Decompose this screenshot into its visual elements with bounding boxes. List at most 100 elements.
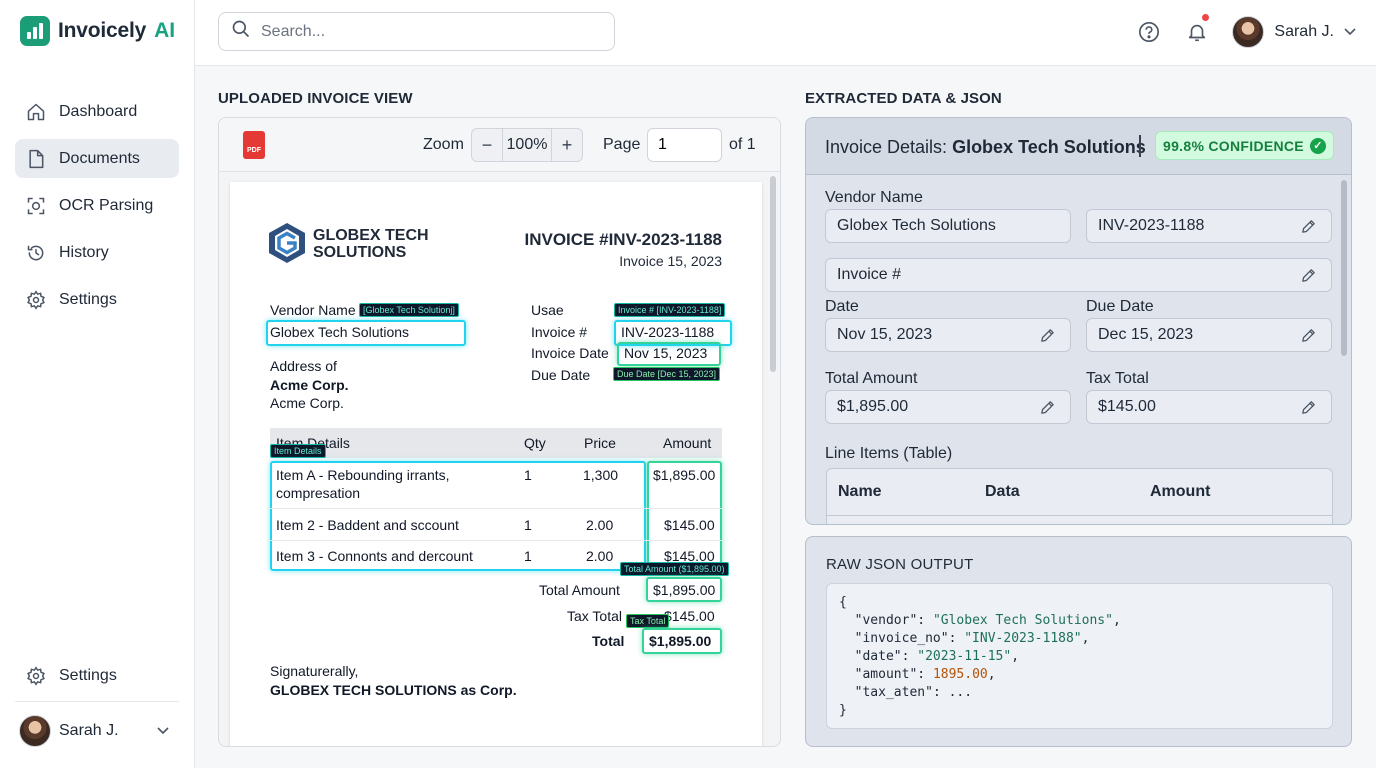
date-field[interactable]: Nov 15, 2023 (825, 318, 1071, 352)
history-icon (25, 242, 47, 264)
edit-pencil-icon[interactable] (1039, 399, 1056, 421)
user-menu[interactable]: Sarah J. (1232, 16, 1356, 48)
raw-json-title: RAW JSON OUTPUT (826, 556, 974, 573)
json-key: "date" (854, 649, 902, 664)
due-date-field[interactable]: Dec 15, 2023 (1086, 318, 1332, 352)
json-value: "2023-11-15" (917, 649, 1012, 664)
invoice-number-ocr-tag: Invoice # [INV-2023-1188] (614, 303, 726, 317)
address-line1: Acme Corp. (270, 377, 349, 393)
notification-dot (1202, 14, 1210, 21)
search-icon (231, 19, 251, 44)
tax-total-value: $145.00 (664, 608, 715, 624)
item-details-ocr-tag: Item Details (270, 444, 326, 458)
title-separator (1139, 135, 1141, 157)
sidebar-item-label: Dashboard (59, 102, 138, 120)
json-key: "tax_aten" (854, 685, 933, 700)
edit-pencil-icon[interactable] (1300, 327, 1317, 349)
row1-item: Item A - Rebounding irrants, (276, 467, 450, 483)
meta-usae: Usae (531, 302, 564, 318)
company-logo-icon (269, 223, 305, 263)
signature-line1: Signaturerally, (270, 663, 359, 679)
row3-qty: 1 (524, 548, 532, 564)
invoice-document: GLOBEX TECH SOLUTIONS INVOICE #INV-2023-… (230, 182, 762, 746)
viewer-section-title: UPLOADED INVOICE VIEW (218, 90, 413, 107)
extracted-section-title: EXTRACTED DATA & JSON (805, 90, 1002, 107)
row3-item: Item 3 - Connonts and dercount (276, 548, 473, 564)
zoom-in-button[interactable]: + (552, 135, 582, 156)
zoom-out-button[interactable]: − (472, 135, 502, 156)
row2-price: 2.00 (586, 517, 614, 533)
sidebar-item-settings[interactable]: Settings (15, 280, 179, 319)
invoice-number-value-field[interactable]: INV-2023-1188 (1086, 209, 1332, 243)
sidebar-item-documents[interactable]: Documents (15, 139, 179, 178)
logo-chart-icon (20, 16, 50, 46)
edit-pencil-icon[interactable] (1300, 218, 1317, 240)
meta-invoice-label: Invoice # (531, 324, 588, 340)
sidebar-item-dashboard[interactable]: Dashboard (15, 92, 179, 131)
app-name: Invoicely (58, 19, 147, 42)
total-label: Total (592, 633, 625, 649)
app-name-ai: AI (154, 19, 176, 42)
total-amount-label: Total Amount (825, 370, 918, 387)
json-value: "Globex Tech Solutions" (932, 613, 1113, 628)
pdf-label: PDF (247, 147, 261, 154)
total-amount-field[interactable]: $1,895.00 (825, 390, 1071, 424)
tax-total-field[interactable]: $145.00 (1086, 390, 1332, 424)
search-input[interactable] (261, 22, 591, 41)
document-icon (25, 148, 47, 170)
edit-pencil-icon[interactable] (1300, 399, 1317, 421)
vendor-name-field[interactable]: Globex Tech Solutions (825, 209, 1071, 243)
row2-qty: 1 (524, 517, 532, 533)
sidebar-item-history[interactable]: History (15, 233, 179, 272)
json-comma: , (1081, 631, 1090, 646)
invoice-viewer: PDF Zoom − 100% + Page of 1 GLOBEX TECH … (218, 117, 781, 747)
json-value: "INV-2023-1188" (964, 631, 1082, 646)
vendor-ocr-tag: [Globex Tech Solutionj] (359, 303, 459, 317)
date-label: Date (825, 298, 859, 315)
edit-pencil-icon[interactable] (1039, 327, 1056, 349)
search-bar[interactable] (218, 12, 615, 51)
sidebar-item-label: History (59, 243, 109, 261)
json-key: "vendor" (854, 613, 918, 628)
app-logo[interactable]: Invoicely AI (20, 16, 175, 46)
json-comma: , (1112, 613, 1121, 628)
address-line2: Acme Corp. (270, 395, 344, 411)
sidebar-item-bottom-settings[interactable]: Settings (15, 656, 179, 695)
row2-item: Item 2 - Baddent and sccount (276, 517, 459, 533)
edit-pencil-icon[interactable] (1300, 267, 1317, 289)
items-header-amount: Amount (663, 435, 712, 451)
vendor-name-value: Globex Tech Solutions (837, 217, 996, 234)
tax-total-label: Tax Total (1086, 370, 1149, 387)
sidebar-item-ocr-parsing[interactable]: OCR Parsing (15, 186, 179, 225)
extracted-header: Invoice Details: Globex Tech Solutions 9… (806, 118, 1351, 175)
invoice-number-field[interactable]: Invoice # (825, 258, 1332, 292)
bell-icon[interactable] (1184, 14, 1210, 50)
extracted-title-prefix: Invoice Details: (825, 137, 953, 157)
page-count: of 1 (729, 136, 756, 153)
meta-date-value: Nov 15, 2023 (624, 345, 708, 361)
total-value: $1,895.00 (649, 633, 712, 649)
extracted-scrollbar[interactable] (1341, 180, 1347, 356)
page-number-input[interactable] (647, 128, 722, 162)
extracted-data-panel: Invoice Details: Globex Tech Solutions 9… (805, 117, 1352, 525)
zoom-control: − 100% + (471, 128, 583, 162)
line-items-table: Name Data Amount (826, 468, 1333, 524)
sidebar-item-label: Settings (59, 290, 117, 308)
vendor-label: Vendor Name (270, 302, 356, 318)
raw-json-code[interactable]: { "vendor": "Globex Tech Solutions", "in… (826, 583, 1333, 729)
viewer-scrollbar[interactable] (770, 176, 776, 372)
meta-due-label: Due Date (531, 367, 591, 383)
row2-amount: $145.00 (664, 517, 715, 533)
sidebar-user-menu[interactable]: Sarah J. (19, 715, 179, 747)
total-amount-value: $1,895.00 (653, 582, 716, 598)
row1-qty: 1 (524, 467, 532, 483)
sidebar-item-label: Settings (59, 666, 117, 684)
confidence-badge: 99.8% CONFIDENCE ✓ (1155, 131, 1334, 160)
invoice-number-value: INV-2023-1188 (1098, 217, 1205, 234)
sidebar-item-label: OCR Parsing (59, 196, 154, 214)
extracted-title-vendor: Globex Tech Solutions (952, 137, 1146, 157)
help-icon[interactable] (1136, 14, 1162, 50)
json-key: "amount" (854, 667, 918, 682)
sidebar-user-name: Sarah J. (59, 722, 119, 739)
extracted-title: Invoice Details: Globex Tech Solutions (825, 137, 1146, 158)
